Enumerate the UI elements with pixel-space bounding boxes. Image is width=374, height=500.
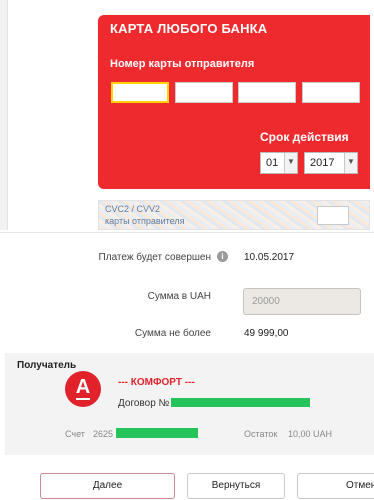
payment-date-value: 10.05.2017 bbox=[244, 252, 295, 263]
contract-number-redaction bbox=[171, 398, 310, 407]
recipient-panel: Получатель А --- КОМФОРТ --- Договор № С… bbox=[5, 353, 374, 455]
back-button[interactable]: Вернуться bbox=[187, 473, 285, 499]
max-amount-label: Сумма не более bbox=[134, 328, 211, 339]
cvc-sublabel: карты отправителя bbox=[105, 216, 185, 226]
card-number-field-2[interactable] bbox=[175, 82, 233, 103]
balance-label: Остаток bbox=[244, 429, 278, 439]
next-button[interactable]: Далее bbox=[40, 473, 175, 499]
expiry-month-select[interactable]: 01 ▼ bbox=[260, 152, 298, 174]
cvc-panel: CVC2 / CVV2 карты отправителя bbox=[98, 200, 370, 230]
account-label: Счет bbox=[65, 429, 85, 439]
recipient-title: Получатель bbox=[17, 360, 77, 371]
cvc-label: CVC2 / CVV2 bbox=[105, 204, 161, 214]
card-title: КАРТА ЛЮБОГО БАНКА bbox=[110, 21, 268, 36]
card-panel: КАРТА ЛЮБОГО БАНКА Номер карты отправите… bbox=[98, 15, 370, 189]
card-number-field-4[interactable] bbox=[302, 82, 360, 103]
card-number-field-3[interactable] bbox=[238, 82, 296, 103]
side-panel bbox=[0, 0, 8, 230]
bank-logo-letter: А bbox=[75, 376, 91, 398]
info-icon[interactable]: i bbox=[217, 251, 228, 262]
card-number-label: Номер карты отправителя bbox=[110, 58, 255, 70]
cancel-button[interactable]: Отмен bbox=[297, 473, 374, 499]
expiry-label: Срок действия bbox=[260, 130, 349, 144]
amount-input[interactable]: 20000 bbox=[243, 288, 361, 315]
recipient-name: --- КОМФОРТ --- bbox=[118, 377, 195, 388]
bank-logo: А bbox=[65, 371, 101, 407]
chevron-down-icon: ▼ bbox=[284, 153, 297, 173]
cvc-input[interactable] bbox=[317, 206, 349, 225]
expiry-year-value: 2017 bbox=[310, 157, 335, 169]
amount-label: Сумма в UAH bbox=[147, 291, 211, 302]
contract-label: Договор № bbox=[118, 398, 170, 409]
expiry-year-select[interactable]: 2017 ▼ bbox=[304, 152, 358, 174]
divider bbox=[0, 232, 374, 233]
account-prefix: 2625 bbox=[93, 429, 114, 439]
balance-value: 10,00 UAH bbox=[288, 429, 333, 439]
account-number-redaction bbox=[116, 428, 198, 438]
max-amount-value: 49 999,00 bbox=[244, 328, 289, 339]
payment-date-label: Платеж будет совершен bbox=[98, 252, 211, 263]
expiry-month-value: 01 bbox=[266, 157, 279, 169]
card-number-field-1[interactable] bbox=[111, 82, 169, 103]
chevron-down-icon: ▼ bbox=[344, 153, 357, 173]
amount-input-value: 20000 bbox=[252, 296, 280, 307]
